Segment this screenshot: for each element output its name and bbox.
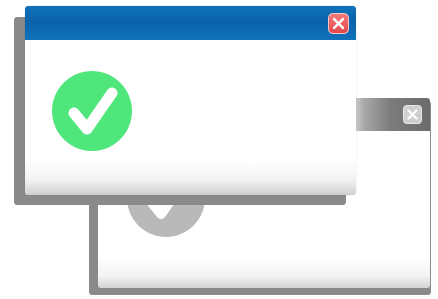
front-dialog-success-icon: [52, 71, 132, 151]
close-icon: [407, 109, 418, 120]
back-dialog-close-button[interactable]: [403, 105, 422, 124]
front-dialog-titlebar[interactable]: [25, 6, 356, 40]
close-icon: [332, 17, 345, 30]
checkmark-icon: [68, 87, 118, 135]
back-dialog-footer: [98, 258, 430, 288]
front-dialog-close-button[interactable]: [328, 13, 349, 34]
dialog-stack: [0, 0, 438, 299]
front-dialog-footer: [25, 161, 356, 195]
front-dialog[interactable]: [25, 6, 356, 195]
